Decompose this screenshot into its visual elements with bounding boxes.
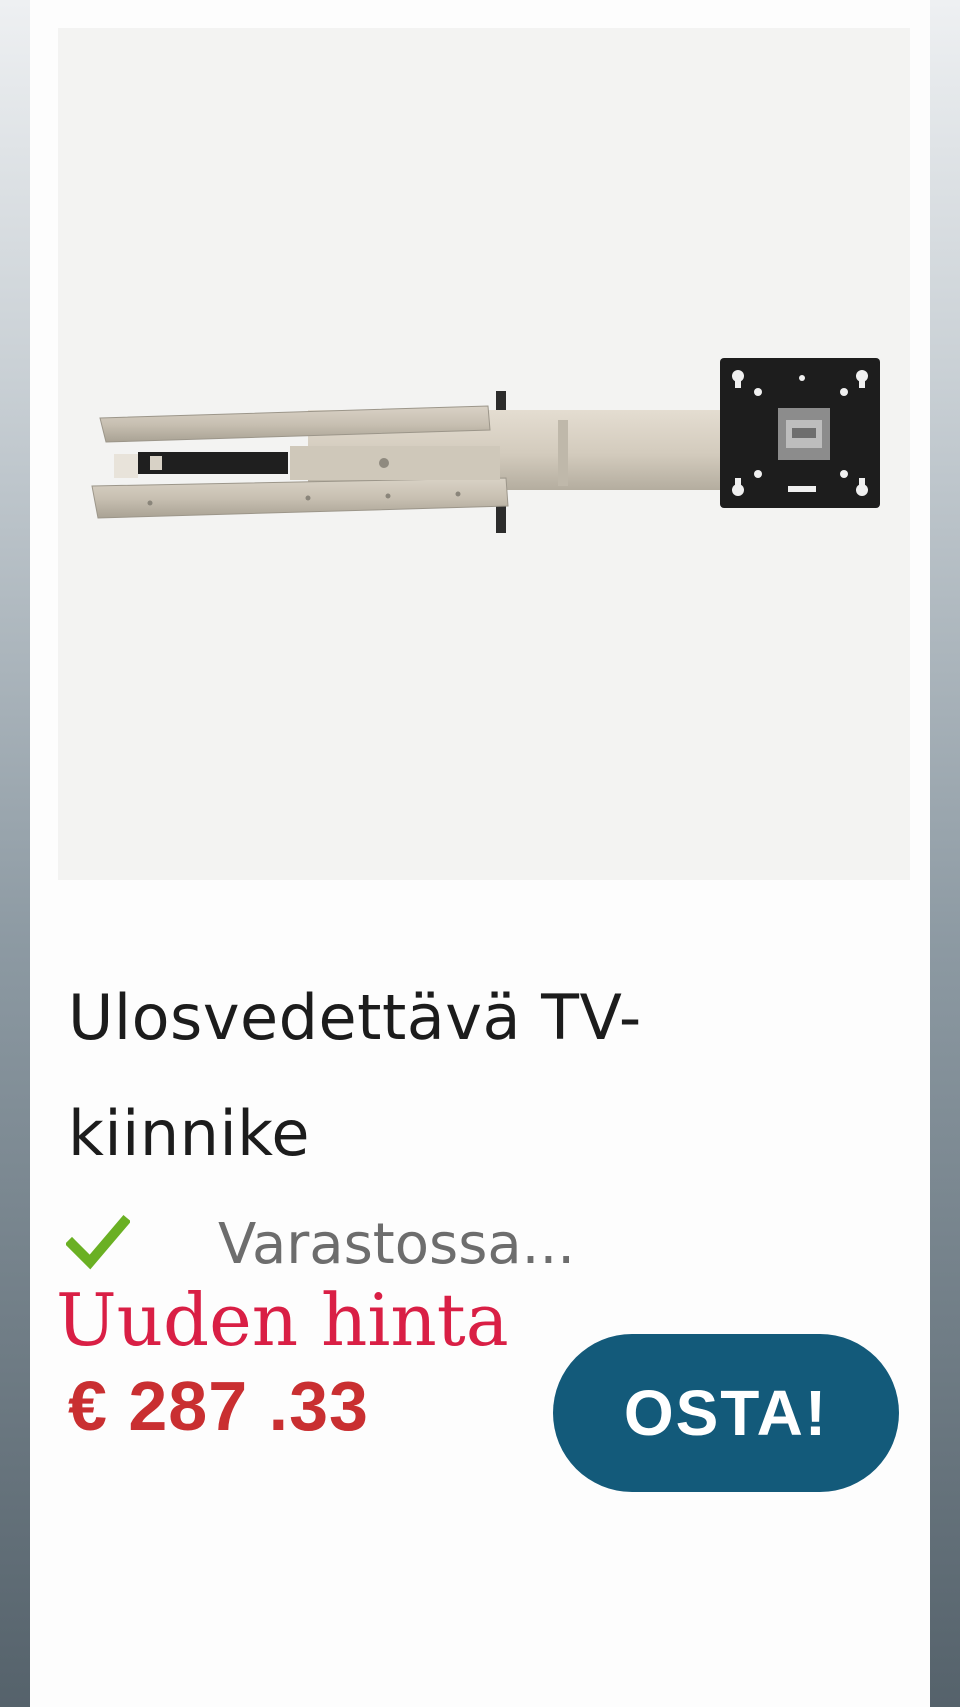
stock-status: Varastossa... <box>66 1212 666 1282</box>
product-title[interactable]: Ulosvedettävä TV-kiinnike <box>68 960 848 1192</box>
price: € 287 .33 <box>68 1367 369 1445</box>
product-image[interactable] <box>58 28 910 880</box>
check-icon <box>66 1214 130 1270</box>
tv-mount-illustration <box>91 358 880 533</box>
stock-label: Varastossa... <box>218 1212 576 1277</box>
promo-label: Uuden hinta <box>56 1278 509 1362</box>
product-card: Ulosvedettävä TV-kiinnike Varastossa... … <box>30 0 930 1707</box>
buy-button[interactable]: OSTA! <box>553 1334 899 1492</box>
